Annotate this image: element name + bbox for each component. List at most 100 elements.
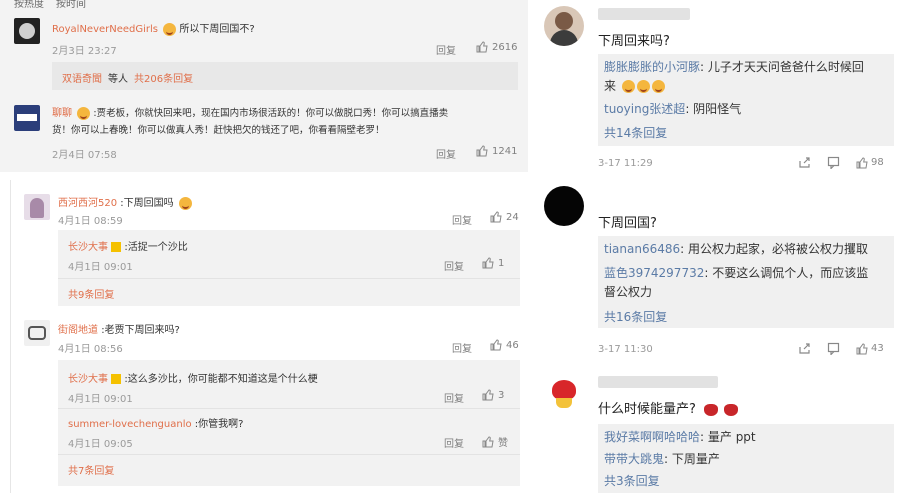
comment-header: RoyalNeverNeedGirls 所以下周回国不? <box>52 20 255 36</box>
username[interactable]: RoyalNeverNeedGirls <box>52 24 158 35</box>
devil-emoji-icon <box>704 403 719 416</box>
avatar[interactable] <box>24 320 50 346</box>
thumbs-up-icon <box>476 145 488 157</box>
like-button[interactable]: 3 <box>482 389 504 401</box>
comment-time: 3-17 11:30 <box>598 344 653 355</box>
avatar[interactable] <box>14 18 40 44</box>
reply-text-cont: 来 <box>604 79 617 93</box>
comment-body: 什么时候能量产? <box>598 398 739 417</box>
reply-item: 蓝色3974297732: 不要这么调侃个人，而应该监 督公权力 <box>604 264 892 302</box>
tab-by-hot[interactable]: 按热度 <box>14 0 44 10</box>
emoji-icon <box>621 80 635 93</box>
reply-time: 4月1日 09:01 <box>68 394 133 405</box>
reply-text: :活捉一个沙比 <box>124 242 188 253</box>
like-count: 赞 <box>498 438 508 449</box>
emoji-icon <box>651 80 665 93</box>
reply-item: 我好菜啊啊哈哈哈: 量产 ppt <box>604 428 756 447</box>
comment-text-line2: 货！你可以上春晚！你可以做真人秀！赶快把欠的钱还了吧，你看看隔壁老罗！ <box>52 125 385 136</box>
like-count: 43 <box>871 343 884 354</box>
vip-badge-icon <box>111 374 122 384</box>
reply-preview: 我好菜啊啊哈哈哈: 量产 ppt 带带大跳鬼: 下周量产 共3条回复 <box>598 424 894 493</box>
reply-button[interactable]: 回复 <box>444 258 464 273</box>
top-left-panel: 按热度 按时间 RoyalNeverNeedGirls 所以下周回国不? 2月3… <box>0 0 528 172</box>
reply-text: : 儿子才天天问爸爸什么时候回 <box>700 60 864 74</box>
reply-user[interactable]: 长沙大事 <box>68 374 108 385</box>
like-count: 24 <box>506 211 519 223</box>
reply-user[interactable]: 长沙大事 <box>68 242 108 253</box>
reply-text: :这么多沙比，你可能都不知道这是个什么梗 <box>124 374 318 385</box>
thumbs-up-icon <box>490 339 502 351</box>
bottom-left-panel: 西河西河520 :下周回国吗 4月1日 08:59 回复 24 长沙大事 :活捉… <box>0 180 528 493</box>
reply-text: : 下周量产 <box>664 452 720 466</box>
reply-button[interactable]: 回复 <box>444 435 464 450</box>
comment-icon[interactable] <box>827 342 840 355</box>
action-bar: 98 <box>798 156 884 169</box>
like-button[interactable]: 2616 <box>476 41 517 53</box>
thumbs-up-icon <box>482 389 494 401</box>
right-panel: 下周回来吗? 膨胀膨胀的小河豚: 儿子才天天问爸爸什么时候回 来 tuoying… <box>536 0 900 493</box>
avatar[interactable] <box>14 105 40 131</box>
username[interactable]: 街阁地道 <box>58 325 98 336</box>
like-button[interactable]: 43 <box>856 342 884 355</box>
comment-text: 下周回国? <box>598 216 657 231</box>
avatar[interactable] <box>24 194 50 220</box>
more-replies-link[interactable]: 共9条回复 <box>68 286 114 301</box>
more-replies-link[interactable]: 共206条回复 <box>134 70 193 85</box>
like-count: 98 <box>871 157 884 168</box>
reply-user[interactable]: 膨胀膨胀的小河豚 <box>604 60 700 74</box>
reply-user[interactable]: tuoying张述超 <box>604 102 685 116</box>
like-button[interactable]: 1241 <box>476 145 517 157</box>
share-icon[interactable] <box>798 156 811 169</box>
like-button[interactable]: 1 <box>482 257 504 269</box>
reply-text: : 用公权力起家，必将被公权力攫取 <box>680 242 868 256</box>
tab-by-time[interactable]: 按时间 <box>56 0 86 10</box>
reply-thread: 长沙大事 :活捉一个沙比 4月1日 09:01 回复 1 共9条回复 <box>58 230 520 306</box>
username[interactable]: 西河西河520 <box>58 198 117 209</box>
share-icon[interactable] <box>798 342 811 355</box>
like-button[interactable]: 98 <box>856 156 884 169</box>
reply-button[interactable]: 回复 <box>436 42 456 57</box>
sort-tabs: 按热度 按时间 <box>14 0 86 10</box>
reply-user[interactable]: 双语奇聞 <box>62 70 102 85</box>
thumbs-up-icon <box>490 211 502 223</box>
like-button[interactable]: 24 <box>490 211 519 223</box>
comment-body: 聊聊 :贾老板，你就快回来吧，现在国内市场很活跃的！你可以做脱口秀！你可以搞直播… <box>52 105 522 139</box>
comment-text: 所以下周回国不? <box>179 24 255 35</box>
reply-user[interactable]: tianan66486 <box>604 242 680 256</box>
reply-button[interactable]: 回复 <box>452 340 472 355</box>
thumbs-up-icon <box>482 257 494 269</box>
reply-text: : 不要这么调侃个人，而应该监 <box>704 266 869 280</box>
more-replies-link[interactable]: 共16条回复 <box>604 308 667 327</box>
reply-summary: 双语奇聞 等人 共206条回复 <box>52 62 518 90</box>
reply-user[interactable]: 我好菜啊啊哈哈哈 <box>604 430 700 444</box>
comment-text: 什么时候能量产? <box>598 402 696 417</box>
comment-text: 下周回来吗? <box>598 34 670 49</box>
reply-item: tuoying张述超: 阴阳怪气 <box>604 100 741 119</box>
like-button[interactable]: 46 <box>490 339 519 351</box>
reply-button[interactable]: 回复 <box>452 212 472 227</box>
reply-user[interactable]: 蓝色3974297732 <box>604 266 704 280</box>
like-count: 1 <box>498 257 505 269</box>
reply-item: 膨胀膨胀的小河豚: 儿子才天天问爸爸什么时候回 来 <box>604 58 892 96</box>
more-replies-link[interactable]: 共14条回复 <box>604 124 667 143</box>
more-replies-link[interactable]: 共7条回复 <box>68 462 114 477</box>
like-button[interactable]: 赞 <box>482 434 508 449</box>
reply-button[interactable]: 回复 <box>444 390 464 405</box>
more-replies-link[interactable]: 共3条回复 <box>604 472 660 491</box>
username-blurred <box>598 8 690 20</box>
comment-text: :老贾下周回来吗? <box>101 325 180 336</box>
reply-button[interactable]: 回复 <box>436 146 456 161</box>
thumbs-up-icon <box>476 41 488 53</box>
username[interactable]: 聊聊 <box>52 108 72 119</box>
reply-user[interactable]: 带带大跳鬼 <box>604 452 664 466</box>
reply-text: :你管我啊? <box>194 419 244 430</box>
emoji-icon <box>77 106 91 120</box>
emoji-icon <box>178 196 192 210</box>
reply-user[interactable]: summer-lovechenguanlo <box>68 419 192 430</box>
comment-icon[interactable] <box>827 156 840 169</box>
avatar[interactable] <box>544 186 584 226</box>
avatar[interactable] <box>544 6 584 46</box>
emoji-icon <box>163 22 177 36</box>
comment-time: 2月3日 23:27 <box>52 46 117 57</box>
avatar[interactable] <box>544 372 584 412</box>
